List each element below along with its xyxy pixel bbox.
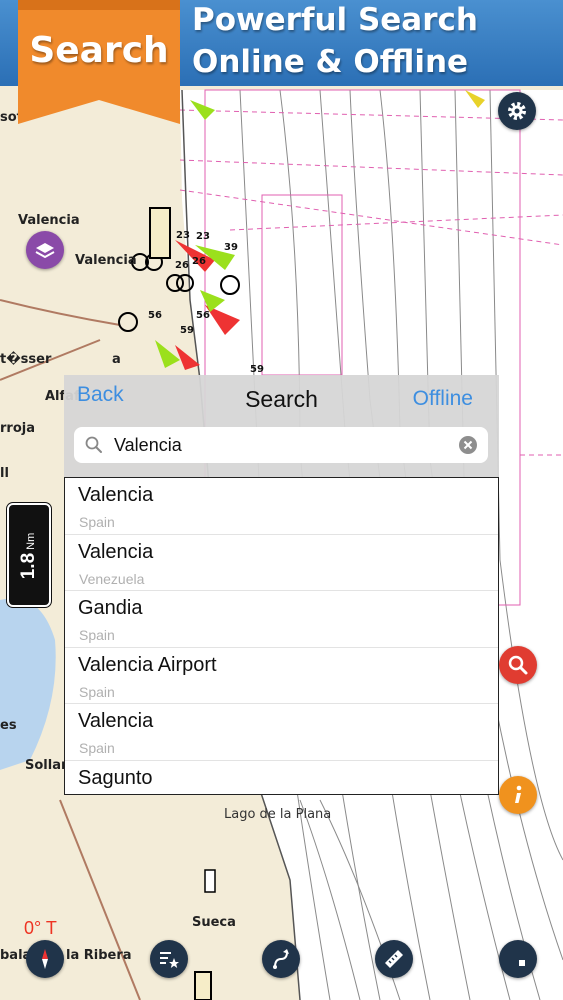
banner-headline-2: Online & Offline [192,44,469,80]
depth-number: 23 [176,230,190,241]
star-list-icon [160,952,179,968]
depth-number: 26 [192,256,206,267]
magnifier-icon [508,655,528,675]
result-name: Valencia [78,484,154,506]
result-country: Spain [79,514,115,530]
result-name: Gandia [78,597,143,620]
layers-button[interactable] [26,231,64,269]
map-label: Valencia [18,213,80,228]
gear-icon [508,102,526,120]
layers-icon [35,243,55,259]
offline-button[interactable]: Offline [413,387,473,411]
depth-number: 56 [196,310,210,321]
search-result-item[interactable]: Sagunto [65,761,498,817]
map-label: ll [0,466,9,481]
stop-button[interactable] [499,940,537,978]
map-label: es [0,718,17,733]
compass-button[interactable] [26,940,64,978]
map-label: t�sser [0,352,52,367]
result-name: Valencia [78,710,154,733]
search-input[interactable] [114,433,434,457]
scale-value: 1.8 [18,552,39,580]
search-result-item[interactable]: Valencia Airport Spain [65,648,498,705]
search-result-item[interactable]: Gandia Spain [65,591,498,648]
search-result-item[interactable]: Valencia Venezuela [65,535,498,592]
ribbon-label: Search [29,30,169,71]
compass-icon [42,949,48,969]
heading-readout: 0° T [24,918,57,938]
result-country: Spain [79,627,115,644]
scale-indicator: 1.8 Nm [7,503,51,607]
result-country: Spain [79,740,115,757]
depth-number: 59 [180,325,194,336]
ruler-button[interactable] [375,940,413,978]
search-result-item[interactable]: Valencia Spain [65,478,498,535]
search-field[interactable] [74,427,488,463]
map-label: Sueca [192,915,236,930]
route-button[interactable] [262,940,300,978]
map-label: Valencia [75,253,137,268]
map-label: rroja [0,421,35,436]
result-country: Venezuela [79,570,145,587]
scale-unit: Nm [25,532,37,550]
ruler-icon [385,950,403,968]
result-country: Spain [79,683,115,700]
depth-number: 39 [224,242,238,253]
map-search-button[interactable] [499,646,537,684]
search-panel: Back Search Offline [64,375,499,479]
info-icon [515,785,522,803]
search-results-list: Valencia Spain Valencia Venezuela Gandia… [64,477,499,795]
map-label: la Ribera [66,948,132,963]
result-name: Sagunto [78,766,153,789]
search-icon [85,436,102,453]
result-name: Valencia [78,540,154,563]
search-result-item[interactable]: Valencia Spain [65,704,498,761]
depth-number: 56 [148,310,162,321]
settings-button[interactable] [498,92,536,130]
depth-number: 23 [196,231,210,242]
favorites-button[interactable] [150,940,188,978]
stop-icon [519,960,525,966]
depth-number: 59 [250,364,264,375]
map-label: a [112,352,121,367]
route-icon [273,949,289,969]
clear-icon[interactable] [458,435,478,455]
result-name: Valencia Airport [78,653,217,676]
depth-number: 26 [175,260,189,271]
info-button[interactable] [499,776,537,814]
banner-headline-1: Powerful Search [192,2,478,38]
